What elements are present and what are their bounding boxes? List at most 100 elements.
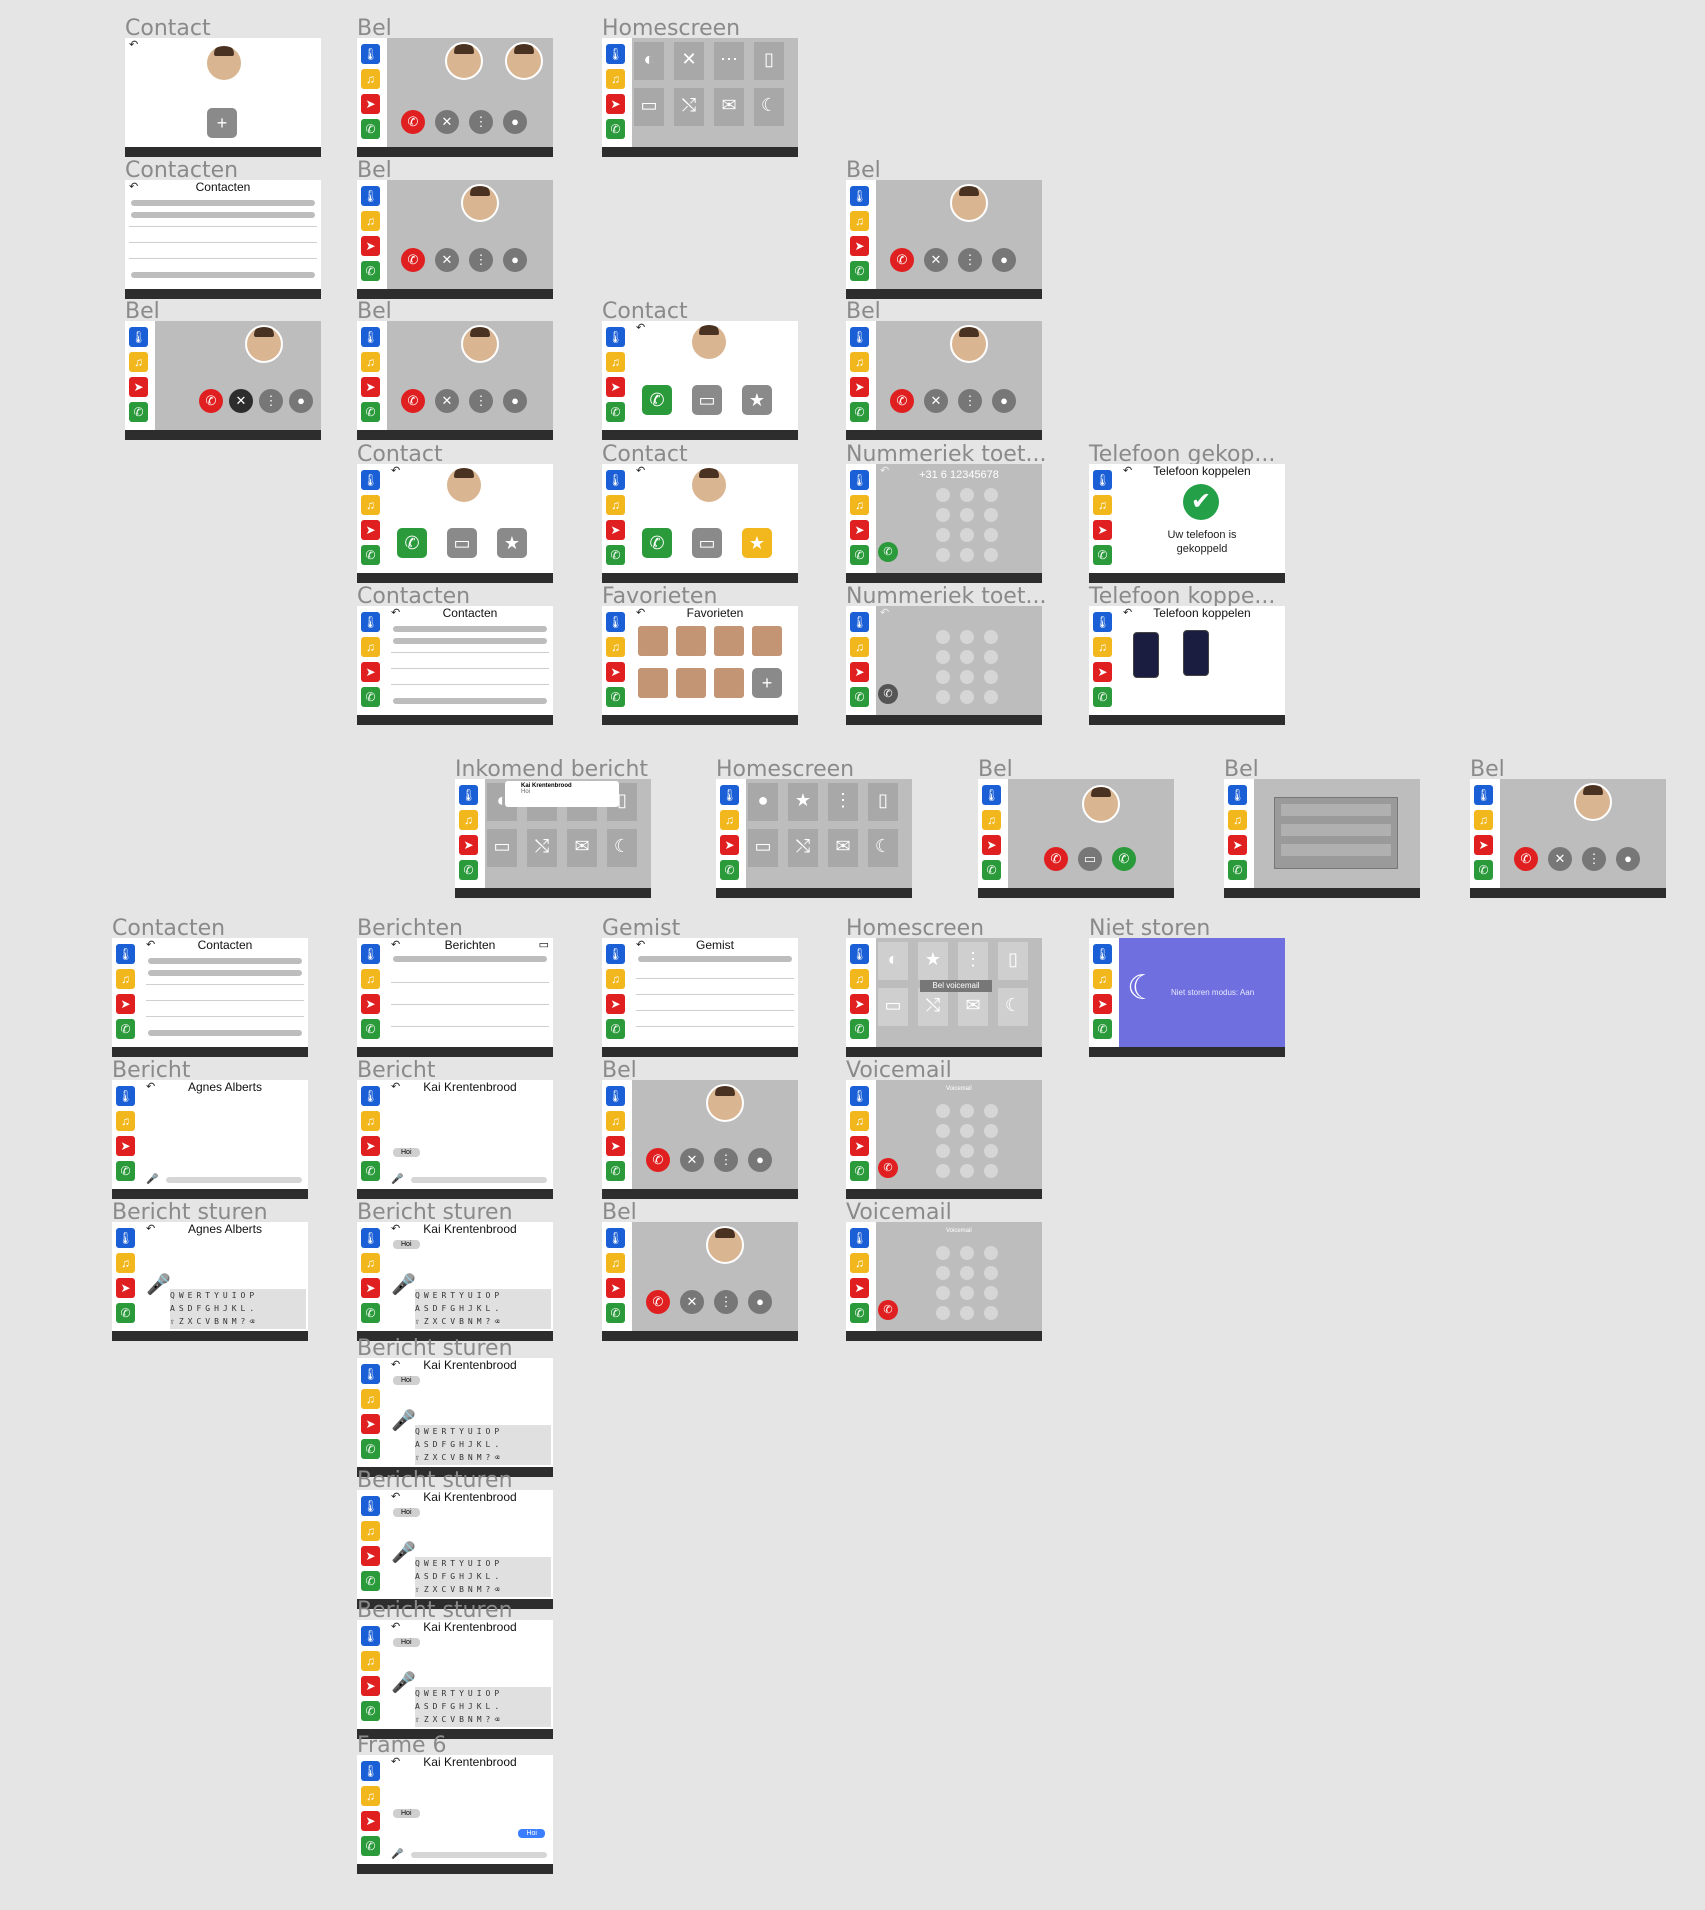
location-arrow-icon[interactable]: ➤ bbox=[850, 1278, 869, 1298]
music-note-icon[interactable]: ♫ bbox=[850, 969, 869, 989]
voicemail-tile[interactable]: ✉ bbox=[567, 829, 597, 867]
keypad-key[interactable] bbox=[984, 1246, 998, 1260]
music-note-icon[interactable]: ♫ bbox=[606, 637, 625, 657]
contact-button[interactable]: ● bbox=[503, 110, 527, 134]
phone-icon[interactable]: ✆ bbox=[1093, 687, 1112, 707]
keypad-key[interactable] bbox=[960, 1246, 974, 1260]
contacts-tile[interactable]: ● bbox=[748, 783, 778, 821]
phone-icon[interactable]: ✆ bbox=[116, 1019, 135, 1039]
location-arrow-icon[interactable]: ➤ bbox=[850, 994, 869, 1014]
missed-tile[interactable]: ⤭ bbox=[918, 988, 948, 1026]
location-arrow-icon[interactable]: ➤ bbox=[1093, 662, 1112, 682]
favorite-contact[interactable] bbox=[752, 626, 782, 656]
frame-bericht-sturen-5[interactable]: Bericht sturen 🌡 ♫ ➤ ✆ ↶ Kai Krentenbroo… bbox=[357, 1600, 553, 1739]
music-note-icon[interactable]: ♫ bbox=[606, 1253, 625, 1273]
music-note-icon[interactable]: ♫ bbox=[1228, 810, 1247, 830]
keypad-key[interactable] bbox=[984, 650, 998, 664]
hang-up-button[interactable]: ✆ bbox=[646, 1148, 670, 1172]
music-note-icon[interactable]: ♫ bbox=[361, 637, 380, 657]
hang-up-button[interactable]: ✆ bbox=[1514, 847, 1538, 871]
phone-option[interactable] bbox=[1183, 630, 1209, 676]
frame-bel-7[interactable]: Bel 🌡 ♫ ➤ ✆ ✆ ▭ ✆ bbox=[978, 759, 1174, 898]
contact-button[interactable]: ● bbox=[503, 248, 527, 272]
phone-icon[interactable]: ✆ bbox=[1228, 860, 1247, 880]
phone-icon[interactable]: ✆ bbox=[361, 1571, 380, 1591]
back-icon[interactable]: ↶ bbox=[880, 464, 889, 478]
microphone-icon[interactable]: 🎤 bbox=[146, 1272, 171, 1297]
music-note-icon[interactable]: ♫ bbox=[606, 969, 625, 989]
keypad-key[interactable] bbox=[936, 508, 950, 522]
location-arrow-icon[interactable]: ➤ bbox=[850, 1136, 869, 1156]
missed-tile[interactable]: ⤭ bbox=[527, 829, 557, 867]
location-arrow-icon[interactable]: ➤ bbox=[129, 377, 148, 397]
frame-bericht-sturen-2[interactable]: Bericht sturen 🌡 ♫ ➤ ✆ ↶ Kai Krentenbroo… bbox=[357, 1202, 553, 1341]
contact-button[interactable]: ● bbox=[503, 389, 527, 413]
mute-button[interactable]: ✕ bbox=[680, 1290, 704, 1314]
keypad-key[interactable] bbox=[960, 1286, 974, 1300]
search-input[interactable] bbox=[638, 956, 792, 962]
location-arrow-icon[interactable]: ➤ bbox=[982, 835, 1001, 855]
back-icon[interactable]: ↶ bbox=[636, 464, 645, 478]
keypad-button[interactable]: ⋮ bbox=[469, 110, 493, 134]
keypad-key[interactable] bbox=[984, 1266, 998, 1280]
phone-icon[interactable]: ✆ bbox=[361, 402, 380, 422]
microphone-icon[interactable]: 🎤 bbox=[146, 1174, 158, 1185]
do-not-disturb-tile[interactable]: ☾ bbox=[998, 988, 1028, 1026]
mute-button[interactable]: ✕ bbox=[435, 389, 459, 413]
favorite-contact[interactable] bbox=[714, 668, 744, 698]
music-note-icon[interactable]: ♫ bbox=[116, 1111, 135, 1131]
phone-icon[interactable]: ✆ bbox=[116, 1161, 135, 1181]
phone-icon[interactable]: ✆ bbox=[606, 119, 625, 139]
music-note-icon[interactable]: ♫ bbox=[850, 495, 869, 515]
thermometer-icon[interactable]: 🌡 bbox=[606, 1228, 625, 1248]
microphone-icon[interactable]: 🎤 bbox=[391, 1408, 416, 1433]
keypad-key[interactable] bbox=[936, 1124, 950, 1138]
thermometer-icon[interactable]: 🌡 bbox=[361, 1228, 380, 1248]
favorite-contact[interactable] bbox=[676, 626, 706, 656]
incoming-message-notification[interactable]: Kai Krentenbrood Hoi bbox=[505, 781, 619, 807]
phone-icon[interactable]: ✆ bbox=[459, 860, 478, 880]
contact-button[interactable]: ● bbox=[748, 1290, 772, 1314]
location-arrow-icon[interactable]: ➤ bbox=[459, 835, 478, 855]
location-arrow-icon[interactable]: ➤ bbox=[606, 520, 625, 540]
keypad-button[interactable]: ⋮ bbox=[259, 389, 283, 413]
thermometer-icon[interactable]: 🌡 bbox=[850, 327, 869, 347]
microphone-icon[interactable]: 🎤 bbox=[391, 1540, 416, 1565]
voicemail-tile[interactable]: ✉ bbox=[958, 988, 988, 1026]
frame-bel-3[interactable]: Bel 🌡 ♫ ➤ ✆ ✆ ✕ ⋮ ● bbox=[846, 160, 1042, 299]
phone-icon[interactable]: ✆ bbox=[850, 402, 869, 422]
message-input[interactable] bbox=[411, 1852, 547, 1858]
location-arrow-icon[interactable]: ➤ bbox=[606, 1278, 625, 1298]
frame-bericht-1[interactable]: Bericht 🌡 ♫ ➤ ✆ ↶ Agnes Alberts 🎤 bbox=[112, 1060, 308, 1199]
frame-bel-5[interactable]: Bel 🌡 ♫ ➤ ✆ ✆ ✕ ⋮ ● bbox=[357, 301, 553, 440]
frame-contact-3[interactable]: Contact 🌡 ♫ ➤ ✆ ↶ ✆ ▭ ★ bbox=[357, 444, 553, 583]
phone-icon[interactable]: ✆ bbox=[1474, 860, 1493, 880]
thermometer-icon[interactable]: 🌡 bbox=[361, 1761, 380, 1781]
add-favorite-button[interactable]: + bbox=[752, 668, 782, 698]
phone-icon[interactable]: ✆ bbox=[850, 261, 869, 281]
phone-icon[interactable]: ✆ bbox=[850, 687, 869, 707]
keypad-key[interactable] bbox=[936, 528, 950, 542]
keypad-key[interactable] bbox=[960, 1164, 974, 1178]
phone-icon[interactable]: ✆ bbox=[606, 1303, 625, 1323]
thermometer-icon[interactable]: 🌡 bbox=[361, 1086, 380, 1106]
thermometer-icon[interactable]: 🌡 bbox=[459, 785, 478, 805]
back-icon[interactable]: ↶ bbox=[129, 38, 138, 52]
thermometer-icon[interactable]: 🌡 bbox=[361, 470, 380, 490]
keypad-key[interactable] bbox=[960, 650, 974, 664]
search-input[interactable] bbox=[393, 626, 547, 632]
phone-icon[interactable]: ✆ bbox=[361, 1019, 380, 1039]
location-arrow-icon[interactable]: ➤ bbox=[361, 1414, 380, 1434]
thermometer-icon[interactable]: 🌡 bbox=[361, 186, 380, 206]
location-arrow-icon[interactable]: ➤ bbox=[606, 377, 625, 397]
contacts-tile[interactable]: ◐ bbox=[878, 942, 908, 980]
keypad-key[interactable] bbox=[936, 1306, 950, 1320]
quick-reply-popup[interactable] bbox=[1274, 797, 1398, 869]
frame-bericht-sturen-3[interactable]: Bericht sturen 🌡 ♫ ➤ ✆ ↶ Kai Krentenbroo… bbox=[357, 1338, 553, 1477]
frame-homescreen-1[interactable]: Homescreen 🌡 ♫ ➤ ✆ ◐ ✕ ⋯ ▯ ▭ ⤭ ✉ ☾ bbox=[602, 18, 798, 157]
favorites-tile[interactable]: ★ bbox=[788, 783, 818, 821]
search-input[interactable] bbox=[393, 956, 547, 962]
location-arrow-icon[interactable]: ➤ bbox=[720, 835, 739, 855]
thermometer-icon[interactable]: 🌡 bbox=[606, 944, 625, 964]
keypad-key[interactable] bbox=[960, 1306, 974, 1320]
